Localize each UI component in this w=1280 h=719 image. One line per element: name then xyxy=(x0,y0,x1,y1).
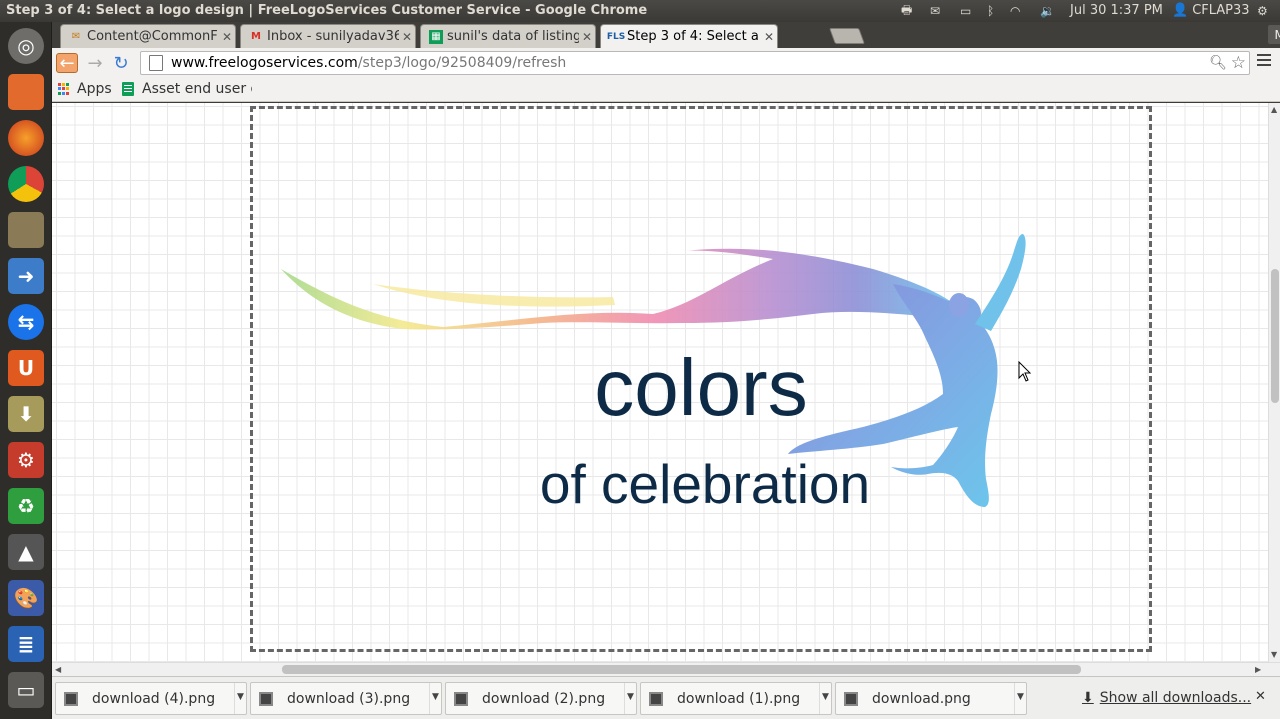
wifi-icon[interactable]: ◠ xyxy=(1010,3,1020,19)
zoom-icon[interactable]: 🔍︎ xyxy=(1209,55,1227,71)
remmina-icon[interactable]: ➜ xyxy=(5,256,47,296)
clock[interactable]: Jul 30 1:37 PM xyxy=(1070,3,1163,18)
brush-stroke-streak xyxy=(373,284,615,307)
page-icon xyxy=(149,55,163,71)
url-host: www.freelogoservices.com xyxy=(171,55,358,71)
chrome-icon[interactable] xyxy=(5,164,47,204)
recycle-icon[interactable]: ♻ xyxy=(5,486,47,526)
bookmarks-bar: Apps Asset end user de xyxy=(52,78,1280,102)
user-name: CFLAP33 xyxy=(1192,3,1250,18)
mail-icon: ✉ xyxy=(71,31,81,42)
chevron-down-icon[interactable]: ▼ xyxy=(234,683,246,714)
download-shelf: download (4).png ▼ download (3).png ▼ do… xyxy=(52,676,1280,719)
image-file-icon xyxy=(649,691,663,706)
new-tab-button[interactable] xyxy=(829,28,865,44)
close-tab-icon[interactable]: ✕ xyxy=(761,30,777,44)
firefox-icon[interactable] xyxy=(5,118,47,158)
image-file-icon xyxy=(64,691,78,706)
logo-sub-text: of celebration xyxy=(540,453,870,515)
sheets-icon: ▦ xyxy=(429,29,443,44)
scroll-up-icon[interactable]: ▲ xyxy=(1271,105,1277,114)
horizontal-scroll-thumb[interactable] xyxy=(282,665,1081,674)
address-bar[interactable]: www.freelogoservices.com/step3/logo/9250… xyxy=(140,51,1250,75)
close-tab-icon[interactable]: ✕ xyxy=(219,30,235,44)
vertical-scrollbar[interactable]: ▲ ▼ xyxy=(1268,103,1280,662)
tab-strip: ✉ Content@CommonF ✕ M Inbox - sunilyadav… xyxy=(52,22,1280,48)
volume-icon[interactable]: 🔉 xyxy=(1040,3,1055,19)
gmail-icon: M xyxy=(251,31,261,42)
launcher: ◎ ➜ ⇆ U ⬇ ⚙ ♻ ▲ 🎨 ≣ ▭ xyxy=(0,22,52,719)
inkscape-icon[interactable]: ▲ xyxy=(5,532,47,572)
user-menu[interactable]: 👤 CFLAP33 xyxy=(1172,3,1250,18)
close-tab-icon[interactable]: ✕ xyxy=(399,30,415,44)
ubuntu-software-icon[interactable]: U xyxy=(5,348,47,388)
chevron-down-icon[interactable]: ▼ xyxy=(819,683,831,714)
chevron-down-icon[interactable]: ▼ xyxy=(429,683,441,714)
browser-toolbar: ← → ↻ www.freelogoservices.com/step3/log… xyxy=(52,48,1280,78)
bookmark-star-icon[interactable]: ☆ xyxy=(1231,53,1246,73)
files-icon[interactable] xyxy=(5,72,47,112)
chrome-menu-icon[interactable] xyxy=(1257,54,1271,70)
page-content: colors of celebration xyxy=(52,103,1268,662)
download-item[interactable]: download (2).png ▼ xyxy=(445,682,637,715)
download-item[interactable]: download (3).png ▼ xyxy=(250,682,442,715)
workspace-icon[interactable]: ▭ xyxy=(5,670,47,710)
sheets-icon xyxy=(122,82,134,96)
back-button[interactable]: ← xyxy=(56,53,78,74)
gear-icon[interactable]: ⚙ xyxy=(1257,3,1268,19)
show-all-downloads-link[interactable]: ⬇ Show all downloads... xyxy=(1082,690,1251,706)
scroll-left-icon[interactable]: ◀ xyxy=(55,665,61,674)
gimp-icon[interactable] xyxy=(5,210,47,250)
download-item[interactable]: download (1).png ▼ xyxy=(640,682,832,715)
close-tab-icon[interactable]: ✕ xyxy=(579,30,595,44)
mouse-cursor-icon xyxy=(1018,361,1032,382)
tab-sunil-data[interactable]: ▦ sunil's data of listing ✕ xyxy=(420,24,596,48)
dancer-head-shape xyxy=(949,293,969,317)
chevron-down-icon[interactable]: ▼ xyxy=(1014,683,1026,714)
vertical-scroll-thumb[interactable] xyxy=(1271,269,1279,403)
user-icon: 👤 xyxy=(1172,3,1189,18)
download-item[interactable]: download.png ▼ xyxy=(835,682,1027,715)
battery-icon[interactable]: ▭ xyxy=(960,3,971,19)
tab-inbox[interactable]: M Inbox - sunilyadav36 ✕ xyxy=(240,24,416,48)
tab-step3[interactable]: FLS Step 3 of 4: Select a l ✕ xyxy=(600,24,778,48)
horizontal-scrollbar[interactable]: ◀ ▶ xyxy=(52,662,1280,676)
mail-indicator-icon[interactable]: ✉ xyxy=(930,3,940,19)
bookmark-apps[interactable]: Apps xyxy=(58,81,112,97)
bookmark-asset[interactable]: Asset end user de xyxy=(122,81,252,97)
profile-button[interactable]: MoNiKa xyxy=(1268,25,1280,44)
apps-grid-icon xyxy=(58,83,70,95)
logo-preview-frame: colors of celebration xyxy=(250,106,1152,652)
scroll-down-icon[interactable]: ▼ xyxy=(1271,650,1277,659)
forward-button[interactable]: → xyxy=(84,53,106,74)
image-file-icon xyxy=(259,691,273,706)
teamviewer-icon[interactable]: ⇆ xyxy=(5,302,47,342)
window-title: Step 3 of 4: Select a logo design | Free… xyxy=(6,3,648,18)
url-path: /step3/logo/92508409/refresh xyxy=(357,55,567,71)
ubuntu-dash-icon[interactable]: ◎ xyxy=(5,26,47,66)
image-file-icon xyxy=(454,691,468,706)
image-file-icon xyxy=(844,691,858,706)
top-panel: Step 3 of 4: Select a logo design | Free… xyxy=(0,0,1280,22)
brush-stroke-shape xyxy=(281,248,958,330)
pinta-icon[interactable]: 🎨 xyxy=(5,578,47,618)
download-arrow-icon: ⬇ xyxy=(1082,690,1094,706)
reload-button[interactable]: ↻ xyxy=(110,53,132,74)
close-icon[interactable]: ✕ xyxy=(1255,689,1266,704)
fls-icon: FLS xyxy=(606,31,626,42)
chevron-down-icon[interactable]: ▼ xyxy=(624,683,636,714)
scroll-right-icon[interactable]: ▶ xyxy=(1255,665,1261,674)
tab-content-commonf[interactable]: ✉ Content@CommonF ✕ xyxy=(60,24,236,48)
logo-artwork: colors of celebration xyxy=(281,234,1026,515)
libreoffice-writer-icon[interactable]: ≣ xyxy=(5,624,47,664)
dancer-arm-shape xyxy=(975,234,1026,331)
download-item[interactable]: download (4).png ▼ xyxy=(55,682,247,715)
archive-icon[interactable]: ⬇ xyxy=(5,394,47,434)
bluetooth-icon[interactable]: ᛒ xyxy=(987,3,994,19)
printer-icon[interactable]: 🖶 xyxy=(901,3,912,19)
system-settings-icon[interactable]: ⚙ xyxy=(5,440,47,480)
logo-main-text: colors xyxy=(594,343,807,432)
